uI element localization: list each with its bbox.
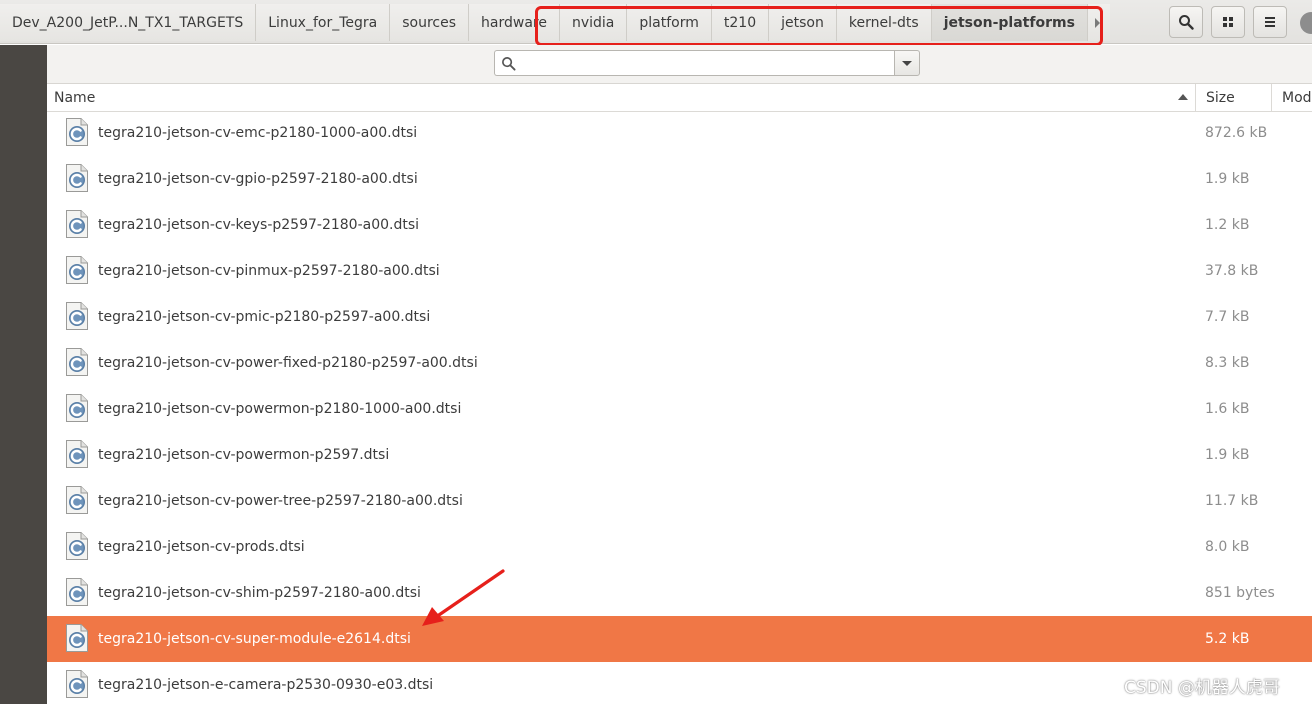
c-source-file-icon	[66, 394, 88, 422]
file-name: tegra210-jetson-cv-shim-p2597-2180-a00.d…	[98, 585, 421, 601]
file-row[interactable]: tegra210-jetson-cv-gpio-p2597-2180-a00.d…	[47, 156, 1312, 202]
file-row[interactable]: tegra210-jetson-cv-powermon-p2597.dtsi 1.…	[47, 432, 1312, 478]
file-size: 1.9 kB	[1205, 171, 1250, 187]
c-source-file-icon	[66, 624, 88, 652]
file-size: 1.6 kB	[1205, 401, 1250, 417]
breadcrumb-item[interactable]: jetson-platforms	[931, 4, 1088, 41]
file-row[interactable]: tegra210-jetson-cv-power-fixed-p2180-p25…	[47, 340, 1312, 386]
file-name: tegra210-jetson-e-camera-p2530-0930-e03.…	[98, 677, 434, 693]
file-size: 8.0 kB	[1205, 539, 1250, 555]
sidebar-strip	[0, 45, 47, 704]
breadcrumb-scroll-right-button[interactable]	[1087, 4, 1110, 41]
c-source-file-icon	[66, 486, 88, 514]
c-source-file-icon	[66, 532, 88, 560]
column-modified-header[interactable]: Mod	[1271, 84, 1312, 112]
search-icon	[502, 57, 516, 71]
breadcrumb-item[interactable]: t210	[711, 4, 770, 41]
c-source-file-icon	[66, 670, 88, 698]
search-dropdown-button[interactable]	[894, 50, 920, 76]
file-name: tegra210-jetson-cv-prods.dtsi	[98, 539, 305, 555]
file-size: 5.2 kB	[1205, 631, 1250, 647]
file-row[interactable]: tegra210-jetson-cv-pmic-p2180-p2597-a00.…	[47, 294, 1312, 340]
search-button[interactable]	[1169, 6, 1203, 38]
sort-ascending-icon	[1178, 94, 1188, 100]
file-size: 851 bytes	[1205, 585, 1275, 601]
file-name: tegra210-jetson-cv-super-module-e2614.dt…	[98, 631, 411, 647]
c-source-file-icon	[66, 578, 88, 606]
breadcrumb-item[interactable]: platform	[627, 4, 712, 41]
file-size: 872.6 kB	[1205, 125, 1268, 141]
file-row[interactable]: tegra210-jetson-cv-powermon-p2180-1000-a…	[47, 386, 1312, 432]
c-source-file-icon	[66, 164, 88, 192]
file-row[interactable]: tegra210-jetson-cv-keys-p2597-2180-a00.d…	[47, 202, 1312, 248]
search-bar	[47, 45, 1312, 84]
file-row[interactable]: tegra210-jetson-cv-shim-p2597-2180-a00.d…	[47, 570, 1312, 616]
file-size: 37.8 kB	[1205, 263, 1259, 279]
file-name: tegra210-jetson-cv-gpio-p2597-2180-a00.d…	[98, 171, 418, 187]
view-toggle-button[interactable]	[1211, 6, 1245, 38]
breadcrumb-item[interactable]: Dev_A200_JetP...N_TX1_TARGETS	[0, 4, 257, 41]
watermark: CSDN @机器人虎哥	[1124, 678, 1280, 698]
chevron-right-icon	[1094, 17, 1100, 28]
breadcrumb-item[interactable]: sources	[390, 4, 470, 41]
file-size: 8.3 kB	[1205, 355, 1250, 371]
breadcrumb-item[interactable]: nvidia	[559, 4, 628, 41]
file-size: 1.2 kB	[1205, 217, 1250, 233]
search-input[interactable]	[494, 50, 894, 76]
file-size: 7.7 kB	[1205, 309, 1250, 325]
file-name: tegra210-jetson-cv-power-fixed-p2180-p25…	[98, 355, 478, 371]
breadcrumb-item[interactable]: kernel-dts	[836, 4, 932, 41]
menu-button[interactable]	[1253, 6, 1287, 38]
file-size: 11.7 kB	[1205, 493, 1259, 509]
breadcrumb-item[interactable]: hardware	[469, 4, 560, 41]
c-source-file-icon	[66, 256, 88, 284]
file-name: tegra210-jetson-cv-emc-p2180-1000-a00.dt…	[98, 125, 418, 141]
file-row[interactable]: tegra210-jetson-cv-prods.dtsi 8.0 kB	[47, 524, 1312, 570]
chevron-down-icon	[902, 60, 912, 66]
hamburger-menu-icon	[1265, 17, 1275, 27]
file-row[interactable]: tegra210-jetson-cv-pinmux-p2597-2180-a00…	[47, 248, 1312, 294]
file-row[interactable]: tegra210-jetson-cv-emc-p2180-1000-a00.dt…	[47, 110, 1312, 156]
file-name: tegra210-jetson-cv-keys-p2597-2180-a00.d…	[98, 217, 420, 233]
file-name: tegra210-jetson-cv-pinmux-p2597-2180-a00…	[98, 263, 440, 279]
c-source-file-icon	[66, 302, 88, 330]
c-source-file-icon	[66, 210, 88, 238]
breadcrumb-item[interactable]: jetson	[769, 4, 837, 41]
column-size-header[interactable]: Size	[1195, 84, 1273, 112]
file-list: tegra210-jetson-cv-emc-p2180-1000-a00.dt…	[47, 110, 1312, 704]
file-name: tegra210-jetson-cv-power-tree-p2597-2180…	[98, 493, 463, 509]
window-control-button[interactable]	[1300, 12, 1312, 34]
breadcrumb: Dev_A200_JetP...N_TX1_TARGETS Linux_for_T…	[0, 4, 1110, 41]
file-row[interactable]: tegra210-jetson-cv-super-module-e2614.dt…	[47, 616, 1312, 662]
grid-view-icon	[1223, 17, 1233, 27]
file-name: tegra210-jetson-cv-powermon-p2597.dtsi	[98, 447, 390, 463]
c-source-file-icon	[66, 440, 88, 468]
column-name-header[interactable]: Name	[54, 84, 1194, 112]
file-name: tegra210-jetson-cv-pmic-p2180-p2597-a00.…	[98, 309, 431, 325]
breadcrumb-item[interactable]: Linux_for_Tegra	[256, 4, 391, 41]
column-header: Name Size Mod	[47, 84, 1312, 112]
file-name: tegra210-jetson-cv-powermon-p2180-1000-a…	[98, 401, 462, 417]
file-size: 1.9 kB	[1205, 447, 1250, 463]
header-bar: Dev_A200_JetP...N_TX1_TARGETS Linux_for_T…	[0, 0, 1312, 46]
file-row[interactable]: tegra210-jetson-e-camera-p2530-0930-e03.…	[47, 662, 1312, 704]
file-row[interactable]: tegra210-jetson-cv-power-tree-p2597-2180…	[47, 478, 1312, 524]
search-icon	[1179, 15, 1194, 30]
c-source-file-icon	[66, 348, 88, 376]
c-source-file-icon	[66, 118, 88, 146]
